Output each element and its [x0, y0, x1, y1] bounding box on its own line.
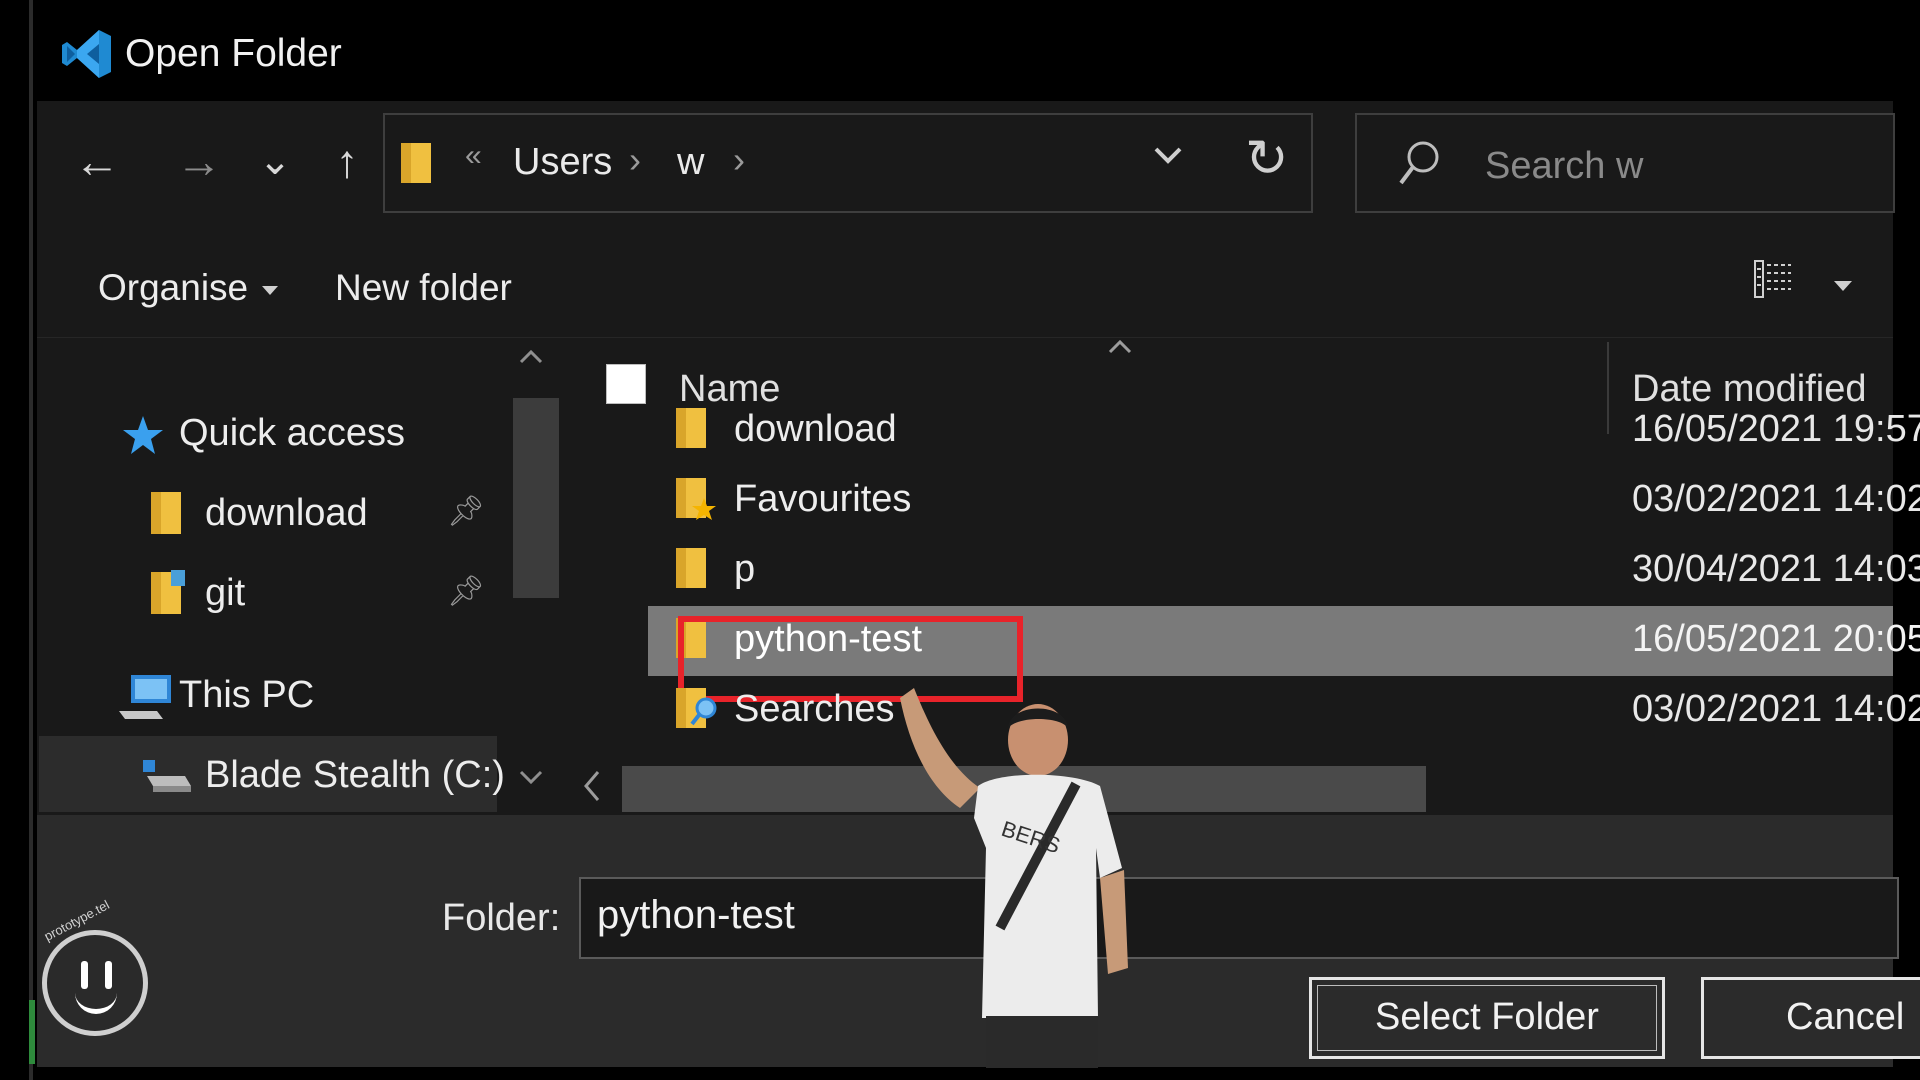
item-name: Searches [734, 688, 895, 730]
drive-icon [143, 760, 191, 792]
breadcrumb-separator-icon[interactable]: › [629, 139, 641, 181]
refresh-icon[interactable]: ↻ [1245, 129, 1289, 189]
up-arrow-icon[interactable]: ↑ [317, 131, 377, 191]
star-icon [123, 416, 163, 454]
list-item[interactable]: p 30/04/2021 14:03 [562, 536, 1920, 606]
cancel-label: Cancel [1786, 996, 1905, 1038]
nav-item-download[interactable]: download [205, 492, 368, 535]
folder-icon [401, 143, 431, 183]
organise-menu-button[interactable]: Organise [98, 267, 279, 309]
pin-icon[interactable]: 📌︎ [447, 494, 485, 529]
scroll-down-icon[interactable] [517, 768, 545, 788]
list-item[interactable]: Favourites 03/02/2021 14:02 [562, 466, 1920, 536]
back-arrow-icon[interactable]: ← [67, 131, 127, 191]
folder-label: Folder: [442, 897, 561, 939]
select-folder-button[interactable]: Select Folder [1309, 977, 1665, 1059]
scroll-left-icon[interactable] [582, 768, 602, 804]
presenter-overlay-image: BERS [900, 688, 1128, 1068]
item-date: 03/02/2021 14:02 [1632, 688, 1920, 730]
new-folder-button[interactable]: New folder [335, 267, 512, 309]
organise-label: Organise [98, 267, 249, 308]
navigation-bar: ← → ⌄ ↑ « Users › w › ↻ Search w [37, 101, 1895, 229]
horizontal-scrollbar[interactable] [562, 764, 1893, 814]
nav-item-git[interactable]: git [205, 572, 245, 615]
vscode-logo-icon [62, 30, 111, 78]
nav-scrollbar[interactable] [503, 338, 559, 814]
dialog-title: Open Folder [125, 32, 342, 75]
caret-down-icon [262, 285, 279, 295]
search-box[interactable]: Search w [1355, 113, 1895, 213]
search-icon [1399, 141, 1439, 185]
git-folder-icon [151, 570, 185, 614]
breadcrumb-overflow-icon[interactable]: « [465, 139, 482, 173]
item-name: Favourites [734, 478, 912, 520]
list-item[interactable]: download 16/05/2021 19:57 [562, 396, 1920, 466]
file-list: Name Date modified download 16/05/2021 1… [562, 338, 1920, 814]
video-frame: Open Folder ← → ⌄ ↑ « Users › w › ↻ Sear… [0, 0, 1920, 1080]
item-name: p [734, 548, 756, 590]
address-dropdown-chevron-icon[interactable] [1150, 135, 1186, 175]
breadcrumb-users[interactable]: Users [513, 141, 612, 184]
badge-smile [75, 987, 117, 1014]
title-bar: Open Folder [37, 0, 1893, 101]
address-bar[interactable]: « Users › w › ↻ [383, 113, 1313, 213]
channel-badge-logo: prototype.tel [42, 897, 148, 1036]
folder-icon [151, 492, 181, 534]
item-date: 16/05/2021 19:57 [1632, 408, 1920, 450]
badge-eye [81, 961, 88, 989]
breadcrumb-separator-icon[interactable]: › [733, 139, 745, 181]
window-edge [29, 0, 33, 1080]
item-name: download [734, 408, 897, 450]
computer-icon [119, 675, 171, 719]
favourites-folder-icon [676, 478, 716, 520]
folder-icon [676, 408, 706, 448]
nav-scroll-thumb[interactable] [513, 398, 559, 598]
button-focus-ring [1317, 985, 1657, 1051]
navigation-pane: Quick access download 📌︎ git 📌︎ This PC [37, 338, 559, 814]
folder-input-value: python-test [597, 893, 795, 937]
sort-ascending-icon [1108, 339, 1132, 354]
view-options-caret-icon[interactable] [1834, 281, 1852, 291]
command-bar: Organise New folder [37, 229, 1893, 338]
cancel-button[interactable]: Cancel [1701, 977, 1920, 1059]
nav-quick-access[interactable]: Quick access [179, 412, 405, 455]
breadcrumb-w[interactable]: w [677, 141, 704, 184]
details-view-icon[interactable] [1753, 259, 1793, 299]
recent-locations-chevron-icon[interactable]: ⌄ [245, 131, 305, 191]
badge-eye [105, 961, 112, 989]
item-date: 16/05/2021 20:05 [1632, 618, 1920, 660]
forward-arrow-icon[interactable]: → [169, 131, 229, 191]
pin-icon[interactable]: 📌︎ [447, 574, 485, 609]
searches-folder-icon [676, 688, 717, 728]
item-date: 30/04/2021 14:03 [1632, 548, 1920, 590]
nav-this-pc[interactable]: This PC [179, 674, 314, 717]
item-date: 03/02/2021 14:02 [1632, 478, 1920, 520]
folder-name-input[interactable]: python-test [579, 877, 1899, 959]
folder-icon [676, 548, 706, 588]
search-placeholder: Search w [1485, 145, 1644, 187]
scroll-up-icon[interactable] [517, 346, 545, 366]
accent-strip [29, 1000, 35, 1064]
list-item[interactable]: Searches 03/02/2021 14:02 [562, 676, 1920, 746]
nav-drive-c[interactable]: Blade Stealth (C:) [205, 754, 505, 797]
